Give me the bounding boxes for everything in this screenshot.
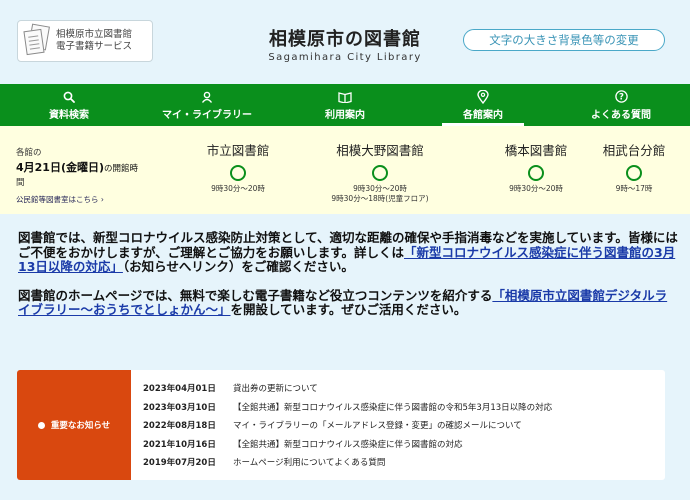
global-nav: 資料検索 マイ・ライブラリー 利用案内 各館案内 ? よくある質問: [0, 84, 690, 126]
news-list: 2023年04月01日 貸出券の更新について 2023年03月10日 【全館共通】新…: [131, 370, 552, 480]
user-icon: [201, 90, 213, 104]
branch-sagami-ono[interactable]: 相模大野図書館 9時30分～20時 9時30分～18時(児童フロア): [322, 140, 438, 204]
open-status-icon: [372, 165, 388, 181]
hours-date: 4月21日(金曜日)の開館時: [16, 161, 139, 174]
open-status-icon: [626, 165, 642, 181]
site-title-jp: 相模原市の図書館: [269, 29, 421, 50]
accessibility-settings-button[interactable]: 文字の大きさ背景色等の変更: [463, 29, 665, 51]
nav-item-label: 資料検索: [49, 109, 89, 121]
svg-text:?: ?: [619, 93, 624, 103]
nav-item-branches[interactable]: 各館案内: [414, 84, 552, 126]
site-header: 相模原市立図書館 電子書籍サービス 相模原市の図書館 Sagamihara Ci…: [0, 0, 690, 84]
important-news-tag: 重要なお知らせ: [17, 370, 131, 480]
covid-notice: 図書館では、新型コロナウイルス感染防止対策として、適切な距離の確保や手指消毒など…: [18, 230, 678, 332]
list-item[interactable]: 2023年04月01日 貸出券の更新について: [143, 379, 552, 398]
ebook-icon: [23, 23, 50, 57]
nav-item-label: 利用案内: [325, 109, 365, 121]
site-logo[interactable]: 相模原市の図書館 Sagamihara City Library: [262, 25, 428, 63]
list-item[interactable]: 2023年03月10日 【全館共通】新型コロナウイルス感染症に伴う図書館の令和5年…: [143, 398, 552, 417]
ebook-service-banner[interactable]: 相模原市立図書館 電子書籍サービス: [17, 20, 153, 62]
ebook-banner-text: 相模原市立図書館 電子書籍サービス: [56, 29, 133, 52]
branch-sobudai[interactable]: 相武台分館 9時～17時: [594, 140, 674, 194]
community-library-link[interactable]: 公民館等図書室はこちら ›: [16, 194, 136, 205]
search-icon: [63, 90, 75, 104]
nav-item-faq[interactable]: ? よくある質問: [552, 84, 690, 126]
branch-city-library[interactable]: 市立図書館 9時30分～20時: [190, 140, 286, 194]
important-news-box: 重要なお知らせ 2023年04月01日 貸出券の更新について 2023年03月10…: [17, 370, 665, 480]
list-item[interactable]: 2022年08月18日 マイ・ライブラリーの「メールアドレス登録・変更」の確認メー…: [143, 416, 552, 435]
nav-item-search[interactable]: 資料検索: [0, 84, 138, 126]
branch-hashimoto[interactable]: 橋本図書館 9時30分～20時: [486, 140, 586, 194]
book-icon: [338, 90, 352, 104]
notice-paragraph-2: 図書館のホームページでは、無料で楽しむ電子書籍など役立つコンテンツを紹介する「相…: [18, 287, 668, 317]
site-title-en: Sagamihara City Library: [268, 52, 422, 63]
opening-hours-panel: 各館の 4月21日(金曜日)の開館時 間 公民館等図書室はこちら › 市立図書館…: [0, 126, 690, 214]
nav-item-label: よくある質問: [591, 109, 651, 121]
open-status-icon: [528, 165, 544, 181]
list-item[interactable]: 2021年10月16日 【全館共通】新型コロナウイルス感染症に伴う図書館の対応: [143, 435, 552, 454]
map-pin-icon: [477, 89, 489, 104]
open-status-icon: [230, 165, 246, 181]
nav-item-label: マイ・ライブラリー: [162, 109, 252, 121]
notice-paragraph-1: 図書館では、新型コロナウイルス感染防止対策として、適切な距離の確保や手指消毒など…: [18, 230, 678, 274]
bullet-icon: [37, 421, 45, 429]
nav-item-guide[interactable]: 利用案内: [276, 84, 414, 126]
nav-item-label: 各館案内: [463, 109, 503, 121]
list-item[interactable]: 2019年07月20日 ホームページ利用についてよくある質問: [143, 453, 552, 472]
nav-item-my-library[interactable]: マイ・ライブラリー: [138, 84, 276, 126]
question-icon: ?: [614, 90, 628, 104]
hours-date-block: 各館の 4月21日(金曜日)の開館時 間 公民館等図書室はこちら ›: [16, 148, 139, 205]
